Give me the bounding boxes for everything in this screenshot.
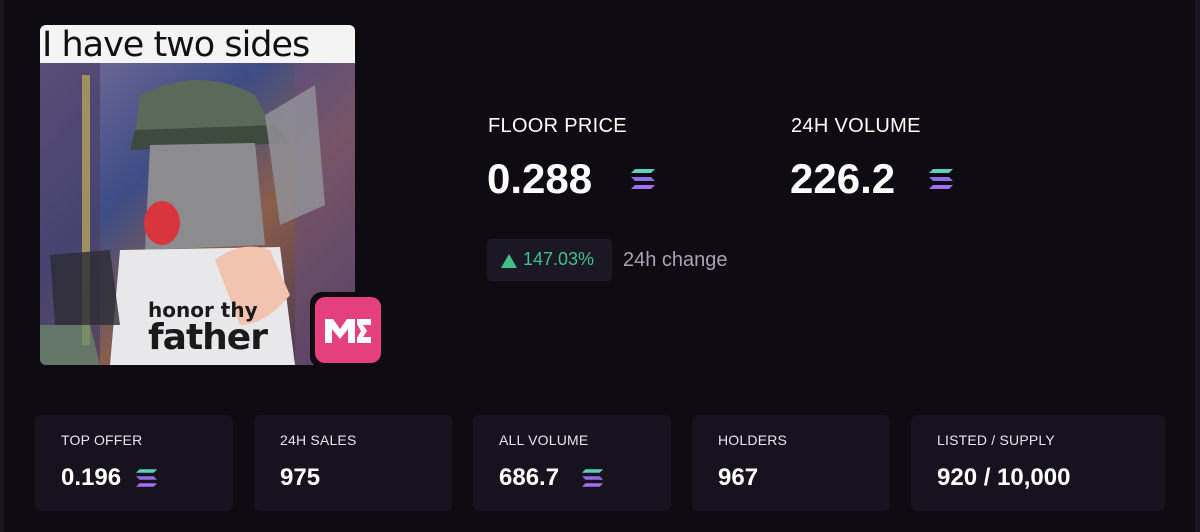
up-triangle-icon (501, 254, 517, 268)
solana-icon (929, 169, 953, 189)
stat-card-label: HOLDERS (718, 432, 788, 448)
change-label: 24h change (623, 249, 728, 271)
shirt-text-line-2: father (148, 317, 268, 358)
right-edge-divider (1195, 0, 1200, 532)
stat-card-value: 967 (718, 464, 759, 491)
stat-card-label: ALL VOLUME (499, 432, 589, 448)
magic-eden-badge (310, 292, 386, 368)
volume-24h-value: 226.2 (790, 155, 896, 202)
change-percent: 147.03% (523, 249, 595, 269)
magic-eden-icon (315, 297, 381, 363)
stat-card-value: 975 (280, 464, 321, 491)
floor-price-label: FLOOR PRICE (488, 115, 627, 137)
stat-card-label: 24H SALES (280, 432, 357, 448)
stat-card-value: 0.196 (61, 464, 122, 491)
stat-card-value: 920 / 10,000 (937, 464, 1071, 491)
stat-card-24h-sales: 24H SALES 975 (254, 415, 452, 511)
solana-icon (631, 169, 655, 189)
stat-card-value: 686.7 (499, 464, 560, 491)
left-edge-divider (0, 0, 4, 532)
stat-card-label: TOP OFFER (61, 432, 143, 448)
stat-card-holders: HOLDERS 967 (692, 415, 890, 511)
stat-card-all-volume: ALL VOLUME 686.7 (473, 415, 671, 511)
change-badge: 147.03% (487, 239, 612, 281)
stat-card-label: LISTED / SUPPLY (937, 432, 1055, 448)
volume-24h-label: 24H VOLUME (791, 115, 921, 137)
floor-price-value: 0.288 (487, 155, 593, 202)
solana-icon (582, 469, 604, 487)
stat-card-top-offer: TOP OFFER 0.196 (35, 415, 233, 511)
solana-icon (136, 469, 158, 487)
collection-image[interactable]: I have two sides honor thy father (40, 25, 355, 365)
stat-card-listed-supply: LISTED / SUPPLY 920 / 10,000 (911, 415, 1165, 511)
image-caption: I have two sides (42, 25, 310, 65)
